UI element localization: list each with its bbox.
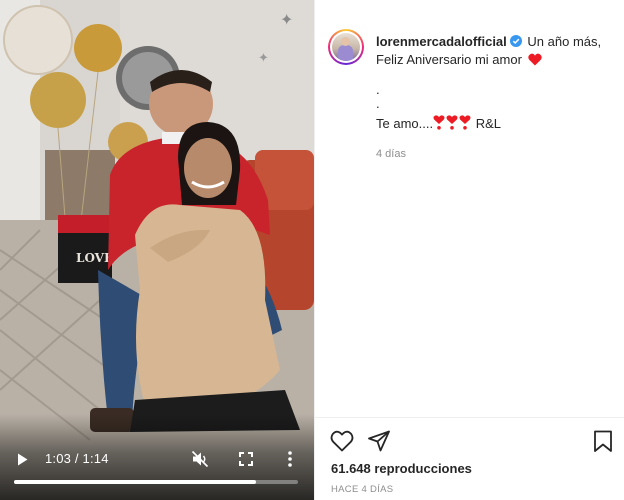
caption-second-line: Feliz Aniversario mi amor [376,51,616,69]
post-date[interactable]: HACE 4 DÍAS [331,484,393,495]
more-options-button[interactable] [284,450,296,468]
video-progress-bar[interactable] [14,480,298,484]
like-button[interactable] [330,430,354,452]
post-side-panel: lorenmercadalofficial Un año más, Feliz … [314,0,624,500]
bookmark-icon [594,430,612,452]
verified-badge-icon [509,35,522,47]
video-sign-text: LOVE [76,251,113,265]
caption-timestamp[interactable]: 4 días [376,148,406,160]
avatar-ring [330,31,362,63]
avatar-image [332,33,360,61]
video-controls: 1:03 / 1:14 [0,414,314,500]
video-player[interactable]: ✦ ✦ LOVE 1:03 / 1:14 [0,0,314,500]
video-time: 1:03 / 1:14 [45,451,109,466]
svg-text:✦: ✦ [258,51,269,66]
caption-third-line: Te amo.... R&L [376,115,616,135]
caption-line-3: Te amo.... [376,116,434,131]
play-button[interactable] [15,452,29,466]
caption-line-2: Feliz Aniversario mi amor [376,52,522,67]
share-icon [368,430,390,452]
post-caption: lorenmercadalofficial Un año más, Feliz … [376,33,616,135]
heart-exclamation-icon [433,115,445,130]
post-username[interactable]: lorenmercadalofficial [376,34,507,49]
play-icon [17,453,27,465]
save-button[interactable] [593,430,613,453]
caption-line-1: Un año más, [527,34,602,49]
controls-row: 1:03 / 1:14 [0,448,314,470]
video-progress-fill [14,480,256,484]
heart-exclamation-icon [446,115,458,130]
mute-icon [191,450,209,468]
caption-first-line: lorenmercadalofficial Un año más, [376,33,616,51]
fullscreen-button[interactable] [238,451,254,467]
caption-dot-1: . [376,82,380,97]
heart-exclamation-icons [433,115,472,135]
heart-exclamation-icon [459,115,471,130]
like-icon [330,430,354,452]
divider [315,417,624,418]
caption-dot-2: . [376,96,380,111]
fullscreen-icon [239,452,253,466]
svg-text:✦: ✦ [280,10,293,29]
more-options-icon [288,451,292,467]
mute-button[interactable] [191,450,209,468]
share-button[interactable] [367,430,391,452]
view-count[interactable]: 61.648 reproducciones [331,461,472,476]
caption-signature: R&L [475,116,501,131]
avatar[interactable] [328,29,364,65]
heart-icon [527,53,542,66]
